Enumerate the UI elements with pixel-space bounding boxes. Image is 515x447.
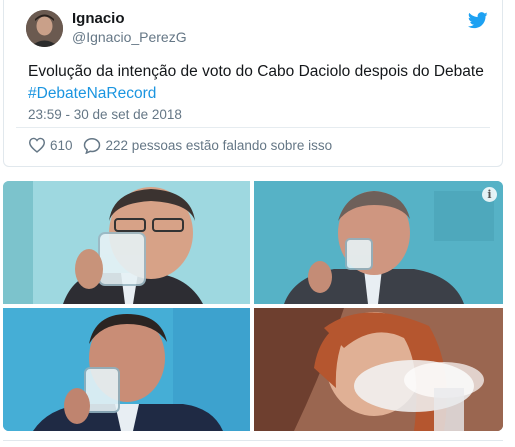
user-handle[interactable]: @Ignacio_PerezG [72,29,187,45]
divider [16,127,490,128]
tweet-body: Evolução da intenção de voto do Cabo Dac… [28,63,484,80]
like-count: 610 [50,137,73,153]
like-button[interactable]: 610 [28,137,73,153]
info-icon[interactable]: i [482,187,497,202]
bottom-divider [3,440,503,441]
media-photo-1[interactable] [3,181,250,304]
media-photo-2[interactable]: i [254,181,503,304]
heart-icon [28,137,46,153]
twitter-bird-icon[interactable] [467,12,488,29]
conversation-text: 222 pessoas estão falando sobre isso [105,137,333,153]
media-grid[interactable]: i [3,181,503,431]
hashtag-link[interactable]: #DebateNaRecord [28,85,156,102]
tweet-actions: 610 222 pessoas estão falando sobre isso [28,135,332,155]
tweet-card: Ignacio @Ignacio_PerezG Evolução da inte… [3,0,503,167]
conversation-link[interactable]: 222 pessoas estão falando sobre isso [83,137,333,154]
timestamp[interactable]: 23:59 - 30 de set de 2018 [28,107,182,122]
display-name[interactable]: Ignacio [72,10,125,27]
speech-bubble-icon [83,137,101,154]
tweet-text: Evolução da intenção de voto do Cabo Dac… [28,61,488,105]
avatar[interactable] [26,10,63,47]
media-photo-3[interactable] [3,308,250,431]
media-photo-4[interactable] [254,308,503,431]
